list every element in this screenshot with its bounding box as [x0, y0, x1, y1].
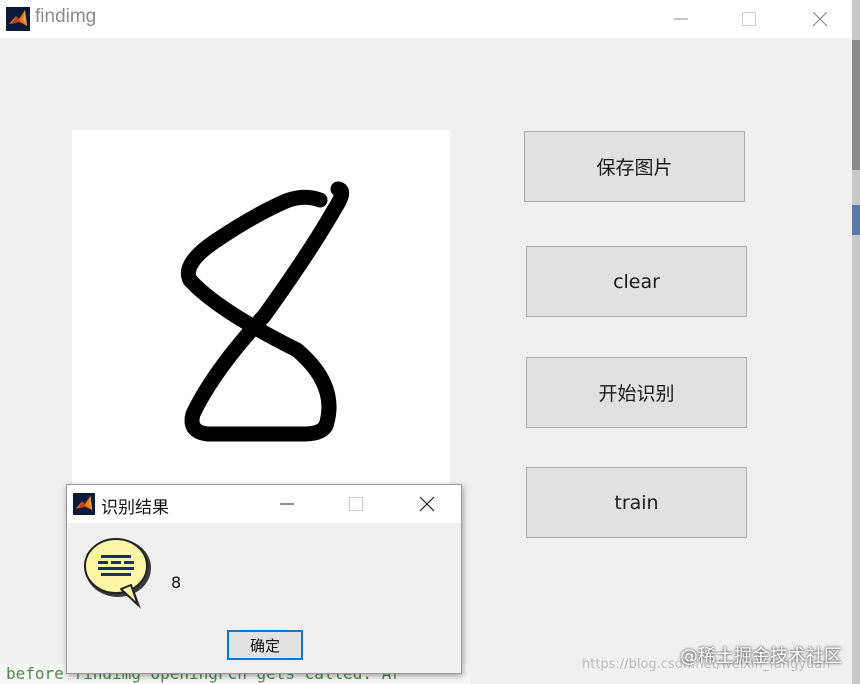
drawing-canvas[interactable] — [72, 130, 450, 500]
result-dialog: 识别结果 8 确定 — [66, 484, 462, 674]
matlab-icon — [73, 493, 95, 515]
close-icon — [419, 496, 435, 512]
watermark-text: @稀土掘金技术社区 — [680, 646, 842, 667]
dialog-minimize-button[interactable] — [265, 485, 309, 523]
maximize-icon — [742, 12, 756, 26]
scrollbar-segment — [852, 40, 860, 170]
maximize-icon — [349, 497, 363, 511]
save-image-button[interactable]: 保存图片 — [524, 131, 745, 202]
window-title: findimg — [35, 6, 97, 27]
help-bubble-icon — [84, 538, 151, 609]
dialog-title: 识别结果 — [101, 498, 169, 518]
recognition-result: 8 — [171, 573, 182, 592]
train-button[interactable]: train — [526, 467, 747, 538]
maximize-button[interactable] — [726, 0, 772, 38]
close-icon — [812, 11, 828, 27]
matlab-icon — [6, 7, 30, 31]
start-recognition-button[interactable]: 开始识别 — [526, 357, 747, 428]
dialog-close-button[interactable] — [405, 485, 449, 523]
title-bar: findimg — [0, 0, 852, 38]
dialog-maximize-button[interactable] — [334, 485, 378, 523]
dialog-title-bar: 识别结果 — [67, 485, 461, 523]
background-window-edge — [852, 0, 860, 684]
minimize-icon — [280, 503, 294, 505]
minimize-icon — [674, 18, 688, 20]
minimize-button[interactable] — [658, 0, 704, 38]
clear-button[interactable]: clear — [526, 246, 747, 317]
scrollbar-segment — [852, 205, 860, 235]
close-button[interactable] — [797, 0, 843, 38]
handwritten-digit — [181, 181, 350, 442]
ok-button[interactable]: 确定 — [227, 630, 303, 660]
